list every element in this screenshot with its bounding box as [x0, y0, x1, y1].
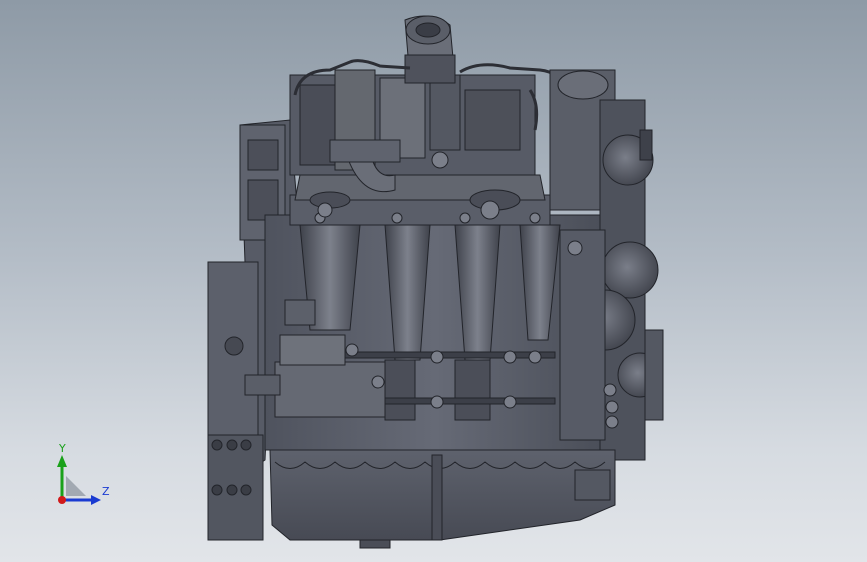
triad-plane-indicator	[66, 476, 86, 496]
cylinder-head	[289, 174, 551, 226]
engine-model[interactable]	[0, 0, 867, 562]
triad-y-label: Y	[59, 442, 66, 455]
oil-pan	[269, 449, 616, 549]
turbocharger	[404, 15, 456, 84]
z-axis-arrow	[62, 495, 101, 505]
x-axis-dot	[58, 496, 66, 504]
graphics-area[interactable]: Y Z	[0, 0, 867, 562]
y-axis-arrow	[57, 455, 67, 500]
front-accessory-drive	[549, 69, 664, 461]
triad-z-label: Z	[102, 485, 110, 498]
